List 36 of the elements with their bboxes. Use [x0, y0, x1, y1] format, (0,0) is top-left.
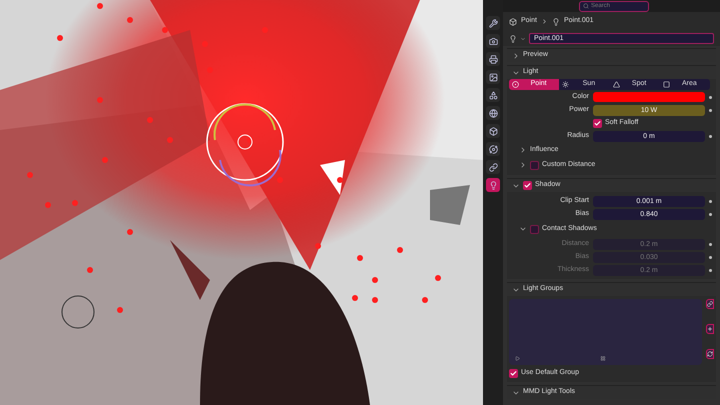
lightbulb-icon[interactable] — [486, 178, 500, 192]
checkbox[interactable] — [530, 224, 539, 234]
checkbox[interactable] — [509, 369, 518, 378]
lightbulb-icon — [552, 18, 560, 26]
spot-light-icon — [612, 81, 620, 88]
orbit-icon[interactable] — [486, 142, 500, 156]
image-icon[interactable] — [486, 70, 500, 84]
refresh-button[interactable] — [706, 349, 714, 359]
chevron-icon[interactable] — [519, 161, 527, 169]
chevron-icon[interactable] — [512, 52, 520, 60]
sun-icon — [562, 81, 570, 88]
cube-icon[interactable] — [486, 124, 500, 138]
lightbulb-icon — [509, 34, 517, 42]
camera-icon[interactable] — [486, 34, 500, 48]
color-swatch[interactable] — [593, 92, 705, 102]
chevron-icon[interactable] — [519, 225, 527, 233]
add-button[interactable] — [706, 324, 714, 334]
grip-icon — [600, 356, 606, 361]
checkbox[interactable] — [593, 118, 602, 128]
wrench-icon[interactable] — [486, 16, 500, 30]
chevron-icon — [540, 18, 548, 25]
chevron-icon — [520, 36, 526, 42]
point-light-icon — [512, 81, 519, 88]
area-light-icon — [662, 81, 670, 88]
link-button[interactable] — [706, 299, 714, 309]
search-icon — [583, 3, 589, 9]
object-icon — [509, 18, 517, 26]
link-icon[interactable] — [486, 160, 500, 174]
printer-icon[interactable] — [486, 52, 500, 66]
shapes-icon[interactable] — [486, 88, 500, 102]
checkbox[interactable] — [523, 181, 532, 190]
chevron-icon[interactable] — [519, 146, 527, 154]
viewport-scene-drawing[interactable] — [0, 0, 483, 405]
checkbox[interactable] — [530, 160, 539, 170]
globe-icon[interactable] — [486, 106, 500, 120]
play-icon — [515, 356, 520, 361]
